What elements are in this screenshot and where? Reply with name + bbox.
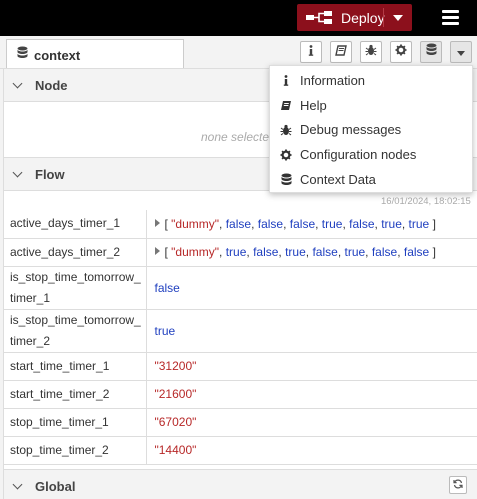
array-element: false: [257, 216, 284, 231]
table-row: stop_time_timer_1 "67020": [4, 408, 477, 437]
global-section-header[interactable]: Global: [4, 469, 477, 499]
app-header: Deploy: [0, 0, 477, 36]
array-element: false: [253, 245, 279, 259]
chevron-down-icon: [12, 167, 23, 177]
context-value[interactable]: false: [146, 266, 477, 310]
menu-item-configuration-nodes[interactable]: Configuration nodes: [270, 142, 472, 167]
section-title: Flow: [35, 166, 65, 182]
none-selected-text: none selecte: [201, 130, 270, 144]
expand-array-icon[interactable]: [154, 247, 160, 255]
database-icon: [17, 46, 28, 64]
array-element: true: [285, 245, 306, 259]
context-key: is_stop_time_tomorrow_timer_1: [4, 266, 147, 310]
array-element: "dummy": [171, 245, 220, 259]
context-key: active_days_timer_1: [4, 210, 147, 239]
context-tab-button[interactable]: [420, 41, 442, 63]
context-key: stop_time_timer_2: [4, 436, 147, 465]
menu-item-label: Debug messages: [300, 122, 402, 138]
book-icon: [280, 99, 292, 111]
deploy-label: Deploy: [341, 9, 385, 26]
context-key: is_stop_time_tomorrow_timer_2: [4, 309, 147, 353]
chevron-down-icon: [12, 78, 23, 88]
tab-label: context: [34, 47, 81, 63]
info-tab-button[interactable]: [300, 41, 322, 63]
context-key: active_days_timer_2: [4, 238, 147, 267]
database-icon: [280, 173, 292, 186]
flow-timestamp: 16/01/2024, 18:02:15: [381, 196, 471, 207]
menu-item-help[interactable]: Help: [270, 93, 472, 118]
table-row: is_stop_time_tomorrow_timer_1 false: [4, 266, 477, 310]
array-element: false: [289, 216, 316, 231]
info-icon: [280, 74, 292, 86]
value-text: true: [154, 323, 176, 338]
gear-icon: [280, 149, 292, 161]
table-row: active_days_timer_1[ "dummy", false, fal…: [4, 210, 477, 239]
array-element: true: [408, 216, 430, 231]
context-key: start_time_timer_2: [4, 380, 147, 409]
menu-item-context-data[interactable]: Context Data: [270, 167, 472, 192]
menu-item-label: Information: [300, 72, 366, 88]
array-element: true: [381, 216, 402, 231]
menu-item-debug-messages[interactable]: Debug messages: [270, 118, 472, 143]
chevron-down-icon: [457, 43, 465, 61]
array-element: "dummy": [171, 216, 220, 231]
context-value[interactable]: [ "dummy", true, false, true, false, tru…: [146, 238, 477, 267]
sidebar-dropdown-menu: Information Help Debug messages Configur…: [269, 65, 473, 193]
gear-icon: [395, 43, 407, 61]
deploy-icon: [303, 4, 335, 31]
database-icon: [426, 43, 437, 61]
array-element: false: [403, 245, 430, 259]
context-key: start_time_timer_1: [4, 352, 147, 381]
value-text: "14400": [154, 443, 197, 457]
help-tab-button[interactable]: [330, 41, 352, 63]
info-icon: [308, 43, 314, 61]
table-row: stop_time_timer_2 "14400": [4, 436, 477, 465]
section-title: Global: [35, 478, 76, 494]
context-key: stop_time_timer_1: [4, 408, 147, 437]
table-row: active_days_timer_2[ "dummy", true, fals…: [4, 238, 477, 267]
deploy-caret-icon[interactable]: [393, 15, 403, 21]
expand-array-icon[interactable]: [154, 218, 160, 227]
section-title: Node: [35, 77, 68, 93]
config-tab-button[interactable]: [390, 41, 412, 63]
debug-tab-button[interactable]: [360, 41, 382, 63]
array-element: false: [371, 245, 398, 259]
value-text: "21600": [154, 387, 197, 401]
chevron-down-icon: [12, 479, 23, 489]
menu-item-information[interactable]: Information: [270, 68, 472, 93]
bug-icon: [365, 43, 377, 61]
bug-icon: [280, 124, 292, 136]
array-element: true: [321, 216, 343, 231]
menu-item-label: Help: [300, 97, 327, 113]
deploy-button[interactable]: Deploy: [297, 4, 412, 31]
value-text: false: [154, 280, 180, 295]
context-value[interactable]: "67020": [146, 408, 477, 437]
context-value[interactable]: "31200": [146, 352, 477, 381]
table-row: start_time_timer_2 "21600": [4, 380, 477, 409]
table-row: is_stop_time_tomorrow_timer_2 true: [4, 309, 477, 353]
tab-context[interactable]: context: [6, 39, 184, 70]
menu-item-label: Context Data: [300, 172, 376, 188]
array-element: true: [225, 245, 247, 259]
book-icon: [335, 43, 347, 61]
context-value[interactable]: [ "dummy", false, false, false, true, fa…: [146, 210, 477, 239]
array-element: true: [344, 245, 366, 259]
sidebar-menu-button[interactable]: [450, 41, 472, 63]
array-element: false: [349, 216, 375, 231]
main-menu-icon[interactable]: [442, 10, 459, 25]
menu-item-label: Configuration nodes: [300, 147, 417, 163]
value-text: "67020": [154, 415, 197, 429]
refresh-global-button[interactable]: [449, 476, 467, 494]
flow-context-table: active_days_timer_1[ "dummy", false, fal…: [4, 210, 477, 465]
context-value[interactable]: true: [146, 309, 477, 353]
array-element: false: [312, 245, 338, 259]
deploy-divider: [383, 8, 384, 27]
context-value[interactable]: "21600": [146, 380, 477, 409]
refresh-icon: [453, 476, 463, 494]
array-element: false: [225, 216, 252, 231]
context-value[interactable]: "14400": [146, 436, 477, 465]
value-text: "31200": [154, 359, 197, 373]
table-row: start_time_timer_1 "31200": [4, 352, 477, 381]
